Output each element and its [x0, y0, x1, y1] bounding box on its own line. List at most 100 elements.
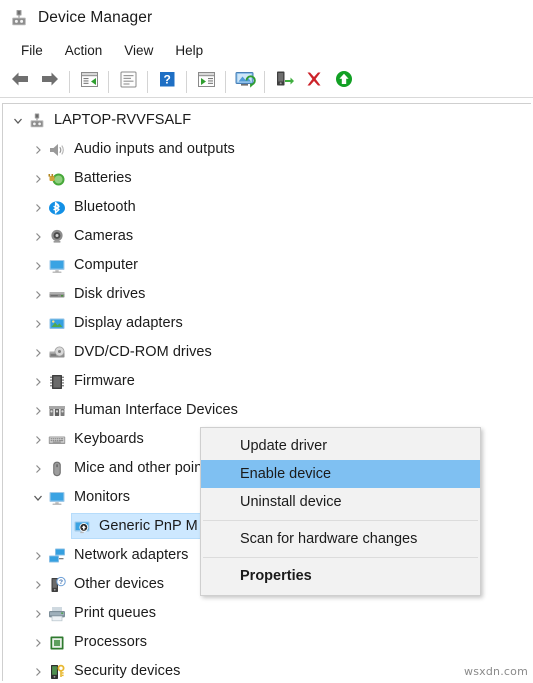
disabled-monitor-icon [71, 516, 93, 538]
ctx-uninstall-device[interactable]: Uninstall device [201, 488, 480, 516]
hid-icon [46, 400, 68, 422]
toolbar-separator [225, 70, 226, 93]
tree-item-label: Display adapters [74, 315, 183, 332]
menu-view[interactable]: View [113, 40, 164, 61]
toolbar-action-pane[interactable] [191, 69, 221, 95]
tree-row-dvd-cd-rom-drives[interactable]: DVD/CD-ROM drives [3, 338, 531, 367]
watermark: wsxdn.com [464, 665, 528, 678]
forward-arrow-icon [39, 69, 61, 94]
update-driver-icon [273, 69, 295, 94]
tree-row-bluetooth[interactable]: Bluetooth [3, 193, 531, 222]
tree-item-label: Cameras [74, 228, 134, 245]
toolbar-back[interactable] [5, 69, 35, 95]
tree-row-print-queues[interactable]: Print queues [3, 599, 531, 628]
tree-row-human-interface-devices[interactable]: Human Interface Devices [3, 396, 531, 425]
chevron-right-icon[interactable] [29, 628, 46, 657]
toolbar-divider [0, 97, 533, 98]
monitor-icon [46, 255, 68, 277]
chevron-down-icon[interactable] [29, 483, 46, 512]
tree-row-firmware[interactable]: Firmware [3, 367, 531, 396]
tree-row-batteries[interactable]: Batteries [3, 164, 531, 193]
disk-drive-icon [46, 284, 68, 306]
keyboard-icon [46, 429, 68, 451]
chevron-right-icon[interactable] [29, 657, 46, 681]
tree-row-computer[interactable]: Computer [3, 251, 531, 280]
tree-row-disk-drives[interactable]: Disk drives [3, 280, 531, 309]
tree-item-label: Human Interface Devices [74, 402, 238, 419]
context-menu-separator [203, 557, 478, 558]
tree-row-cameras[interactable]: Cameras [3, 222, 531, 251]
tree-row-processors[interactable]: Processors [3, 628, 531, 657]
toolbar-separator [186, 70, 187, 93]
unknown-device-icon: ? [46, 574, 68, 596]
tree-item-label: Monitors [74, 489, 130, 506]
chevron-right-icon[interactable] [29, 135, 46, 164]
chevron-right-icon[interactable] [29, 367, 46, 396]
enable-device-icon [333, 69, 355, 94]
scan-hardware-changes-icon [233, 69, 257, 94]
chevron-down-icon[interactable] [9, 106, 26, 135]
device-manager-icon [9, 8, 29, 28]
tree-row-security-devices[interactable]: Security devices [3, 657, 531, 681]
device-manager-window: Device Manager File Action View Help ? L… [0, 0, 533, 683]
toolbar-help[interactable]: ? [152, 69, 182, 95]
toolbar-update-driver[interactable] [269, 69, 299, 95]
svg-text:?: ? [164, 72, 171, 86]
menu-action[interactable]: Action [54, 40, 114, 61]
chevron-right-icon[interactable] [29, 541, 46, 570]
chevron-right-icon[interactable] [29, 280, 46, 309]
toolbar-separator [264, 70, 265, 93]
chevron-right-icon[interactable] [29, 454, 46, 483]
display-adapter-icon [46, 313, 68, 335]
ctx-scan-hardware-changes[interactable]: Scan for hardware changes [201, 525, 480, 553]
chevron-right-icon[interactable] [29, 396, 46, 425]
chevron-right-icon[interactable] [29, 599, 46, 628]
tree-item-label: Processors [74, 634, 148, 651]
tree-item-label: Print queues [74, 605, 157, 622]
title-bar: Device Manager [0, 0, 533, 36]
chevron-right-icon[interactable] [29, 222, 46, 251]
toolbar-separator [147, 70, 148, 93]
ctx-update-driver[interactable]: Update driver [201, 432, 480, 460]
dvd-drive-icon [46, 342, 68, 364]
tree-item-label: Disk drives [74, 286, 146, 303]
mouse-icon [46, 458, 68, 480]
context-menu[interactable]: Update driver Enable device Uninstall de… [200, 427, 481, 596]
security-device-icon [46, 661, 68, 682]
toolbar-console-tree[interactable] [74, 69, 104, 95]
show-hide-console-tree-icon [79, 70, 100, 94]
chevron-right-icon[interactable] [29, 338, 46, 367]
tree-row-audio-inputs-and-outputs[interactable]: Audio inputs and outputs [3, 135, 531, 164]
menu-help[interactable]: Help [164, 40, 214, 61]
chevron-right-icon[interactable] [29, 164, 46, 193]
tree-row-display-adapters[interactable]: Display adapters [3, 309, 531, 338]
toolbar: ? [0, 65, 533, 98]
chevron-right-icon[interactable] [29, 570, 46, 599]
chevron-right-icon[interactable] [29, 309, 46, 338]
toolbar-properties[interactable] [113, 69, 143, 95]
chevron-right-icon[interactable] [29, 193, 46, 222]
chevron-right-icon[interactable] [29, 425, 46, 454]
camera-icon [46, 226, 68, 248]
monitor-icon [46, 487, 68, 509]
toolbar-scan-hardware[interactable] [230, 69, 260, 95]
tree-item-label: Security devices [74, 663, 181, 680]
toolbar-uninstall-device[interactable] [299, 69, 329, 95]
chevron-right-icon[interactable] [29, 251, 46, 280]
ctx-properties[interactable]: Properties [201, 562, 480, 590]
menu-file[interactable]: File [10, 40, 54, 61]
toolbar-forward[interactable] [35, 69, 65, 95]
show-hide-action-pane-icon [196, 70, 217, 94]
computer-node-icon [26, 110, 48, 132]
tree-row-root[interactable]: LAPTOP-RVVFSALF [3, 106, 531, 135]
tree-item-label: Computer [74, 257, 139, 274]
toolbar-separator [108, 70, 109, 93]
tree-item-label: Network adapters [74, 547, 189, 564]
window-title: Device Manager [38, 9, 153, 26]
ctx-enable-device[interactable]: Enable device [201, 460, 480, 488]
printer-icon [46, 603, 68, 625]
speaker-icon [46, 139, 68, 161]
help-icon: ? [157, 70, 177, 94]
toolbar-separator [69, 70, 70, 93]
toolbar-enable-device[interactable] [329, 69, 359, 95]
